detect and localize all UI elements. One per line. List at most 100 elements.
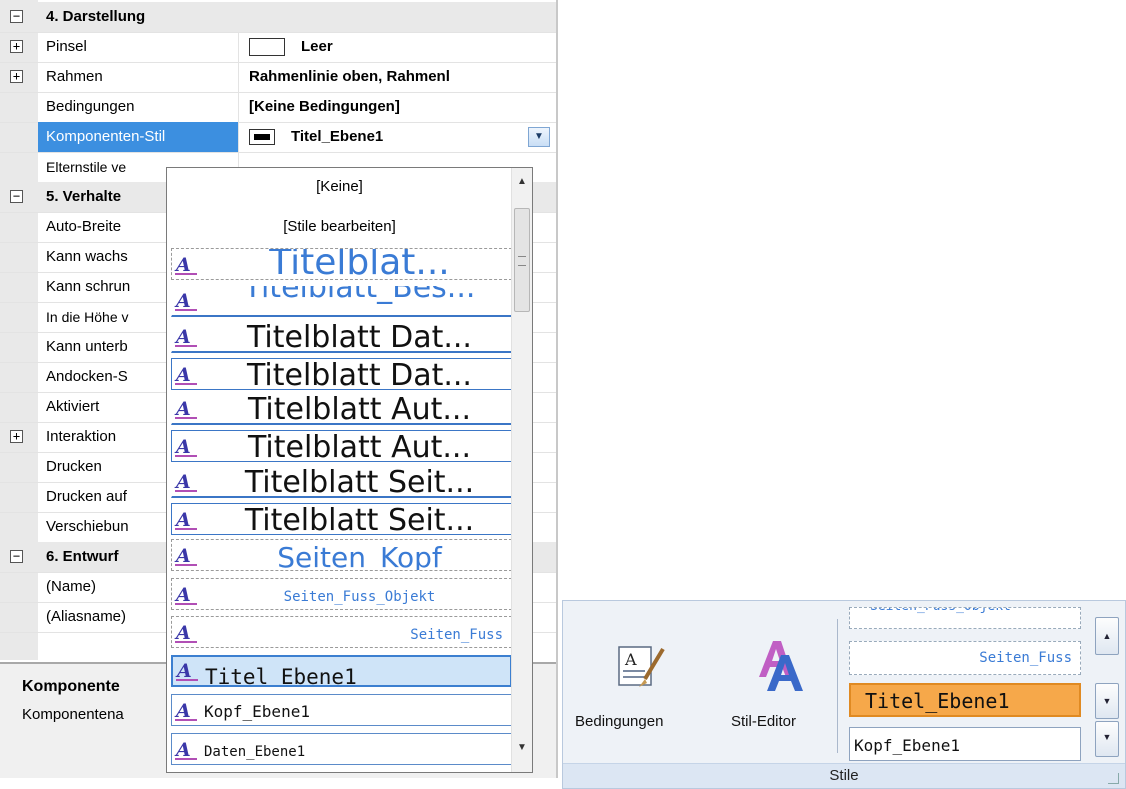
style-option[interactable]: A Titelblatt_Bes... <box>171 285 512 317</box>
style-editor-button[interactable]: Stil-Editor <box>723 631 829 751</box>
style-icon: A <box>175 739 197 761</box>
property-value[interactable]: Leer <box>238 32 556 62</box>
style-icon: A <box>175 700 197 722</box>
property-name: Komponenten-Stil <box>38 122 238 152</box>
help-text: Komponentena <box>22 706 124 723</box>
dropdown-scrollbar[interactable]: ▲ ▼ <box>511 168 532 772</box>
property-value-text: Titel_Ebene1 <box>291 128 384 145</box>
style-icon: A <box>175 326 197 348</box>
style-option[interactable]: A Titelblatt Aut... <box>171 393 512 425</box>
scroll-down-arrow-icon[interactable]: ▼ <box>512 738 532 758</box>
style-option-label: Titelblatt Seit... <box>244 503 475 535</box>
ribbon-separator <box>837 619 838 753</box>
style-option-label: Daten_Ebene1 <box>204 744 306 760</box>
style-option[interactable]: A Seiten_Fuss <box>171 616 512 648</box>
style-option-label: Titel_Ebene1 <box>205 665 357 687</box>
property-value[interactable]: Titel_Ebene1 ▼ <box>238 122 556 152</box>
style-option[interactable]: A Titelblatt Dat... <box>171 358 512 390</box>
dropdown-arrow-icon[interactable]: ▼ <box>528 127 550 147</box>
property-value[interactable]: Rahmenlinie oben, Rahmenl <box>238 62 556 92</box>
property-row[interactable]: Bedingungen [Keine Bedingungen] <box>0 92 556 123</box>
property-value[interactable]: [Keine Bedingungen] <box>238 92 556 122</box>
scroll-thumb[interactable] <box>514 208 530 312</box>
ribbon-styles-group: A Bedingungen Stil-Editor Seiten_Fuss_Ob… <box>562 600 1126 789</box>
style-option[interactable]: A Titelblatt Dat... <box>171 321 512 353</box>
gallery-style-label: Seiten_Fuss_Objekt <box>870 608 1011 614</box>
style-icon: A <box>175 436 197 458</box>
style-option-label: Seiten_Fuss_Objekt <box>283 589 436 605</box>
style-icon: A <box>175 622 197 644</box>
style-option-label: Titelblatt_Bes... <box>243 285 476 305</box>
category-title: 4. Darstellung <box>46 8 146 25</box>
help-title: Komponente <box>22 678 120 695</box>
style-option[interactable]: A Seiten_Kopf <box>171 539 512 571</box>
gallery-style-label: Seiten_Fuss <box>979 650 1072 666</box>
scroll-up-arrow-icon[interactable]: ▲ <box>512 172 532 192</box>
gallery-style-item[interactable]: Seiten_Fuss <box>849 641 1081 675</box>
grip-icon <box>518 256 526 266</box>
style-option-label: Titelblatt Dat... <box>247 358 472 390</box>
color-swatch-icon <box>249 129 275 146</box>
style-icon: A <box>175 290 197 312</box>
style-option-label: Titelblatt Dat... <box>247 321 472 353</box>
conditions-button-label: Bedingungen <box>575 713 664 730</box>
expand-icon[interactable]: + <box>10 70 23 83</box>
property-value-text: Leer <box>301 38 333 55</box>
collapse-icon[interactable]: − <box>10 10 23 23</box>
style-icon: A <box>176 660 198 682</box>
style-dropdown-list[interactable]: [Keine] [Stile bearbeiten] A Titelblat...… <box>166 167 533 773</box>
property-name: Pinsel <box>46 38 87 55</box>
property-name: Bedingungen <box>46 98 135 115</box>
property-value-text: Rahmenlinie oben, Rahmenl <box>249 68 450 85</box>
style-editor-icon <box>759 641 803 691</box>
style-option[interactable]: A Titelblat... <box>171 248 512 280</box>
style-option-label: Titelblatt Seit... <box>244 466 475 498</box>
dialog-launcher-icon[interactable] <box>1108 773 1119 784</box>
property-category[interactable]: − 4. Darstellung <box>0 2 556 33</box>
style-icon: A <box>175 254 197 276</box>
gallery-scroll-up-button[interactable]: ▲ <box>1095 617 1119 655</box>
style-icon: A <box>175 471 197 493</box>
style-option-label: Titelblatt Aut... <box>247 430 472 462</box>
style-editor-button-label: Stil-Editor <box>731 713 797 730</box>
svg-text:A: A <box>624 650 637 669</box>
property-value-text: [Keine Bedingungen] <box>249 98 400 115</box>
style-option[interactable]: A Titel_Ebene1 <box>171 655 512 687</box>
style-icon: A <box>175 584 197 606</box>
conditions-button[interactable]: A Bedingungen <box>571 631 707 751</box>
gallery-style-item[interactable]: Titel_Ebene1 <box>849 683 1081 717</box>
collapse-icon[interactable]: − <box>10 190 23 203</box>
property-row[interactable]: + Rahmen Rahmenlinie oben, Rahmenl <box>0 62 556 93</box>
property-row[interactable]: Komponenten-Stil Titel_Ebene1 ▼ <box>0 122 556 153</box>
style-option-label: Titelblat... <box>269 248 450 280</box>
style-option-label: Titelblatt Aut... <box>247 393 472 425</box>
gallery-scroll-down-button[interactable]: ▼ <box>1095 683 1119 719</box>
style-icon: A <box>175 545 197 567</box>
expand-icon[interactable]: + <box>10 40 23 53</box>
style-option[interactable]: A Titelblatt Seit... <box>171 503 512 535</box>
expand-icon[interactable]: + <box>10 430 23 443</box>
color-swatch-icon <box>249 38 285 57</box>
property-row[interactable]: + Pinsel Leer <box>0 32 556 63</box>
style-option-label: Kopf_Ebene1 <box>204 702 310 721</box>
ribbon-group-label: Stile <box>563 763 1125 788</box>
style-icon: A <box>175 509 197 531</box>
style-option[interactable]: A Kopf_Ebene1 <box>171 694 512 726</box>
option-none[interactable]: [Keine] <box>167 178 512 195</box>
style-icon: A <box>175 398 197 420</box>
style-option[interactable]: A Titelblatt Seit... <box>171 466 512 498</box>
style-option-label: Seiten_Kopf <box>277 541 442 571</box>
property-name: Rahmen <box>46 68 103 85</box>
gallery-style-item[interactable]: Kopf_Ebene1 <box>849 727 1081 761</box>
conditions-brush-icon: A <box>618 646 665 687</box>
gallery-style-label: Kopf_Ebene1 <box>854 736 960 755</box>
gallery-style-item[interactable]: Seiten_Fuss_Objekt <box>849 607 1081 629</box>
style-option[interactable]: A Titelblatt Aut... <box>171 430 512 462</box>
gallery-expand-button[interactable]: ▼ <box>1095 721 1119 757</box>
gallery-style-label: Titel_Ebene1 <box>865 689 1010 713</box>
style-option-label: Seiten_Fuss <box>410 627 503 643</box>
option-edit-styles[interactable]: [Stile bearbeiten] <box>167 218 512 235</box>
style-option[interactable]: A Seiten_Fuss_Objekt <box>171 578 512 610</box>
style-option[interactable]: A Daten_Ebene1 <box>171 733 512 765</box>
collapse-icon[interactable]: − <box>10 550 23 563</box>
